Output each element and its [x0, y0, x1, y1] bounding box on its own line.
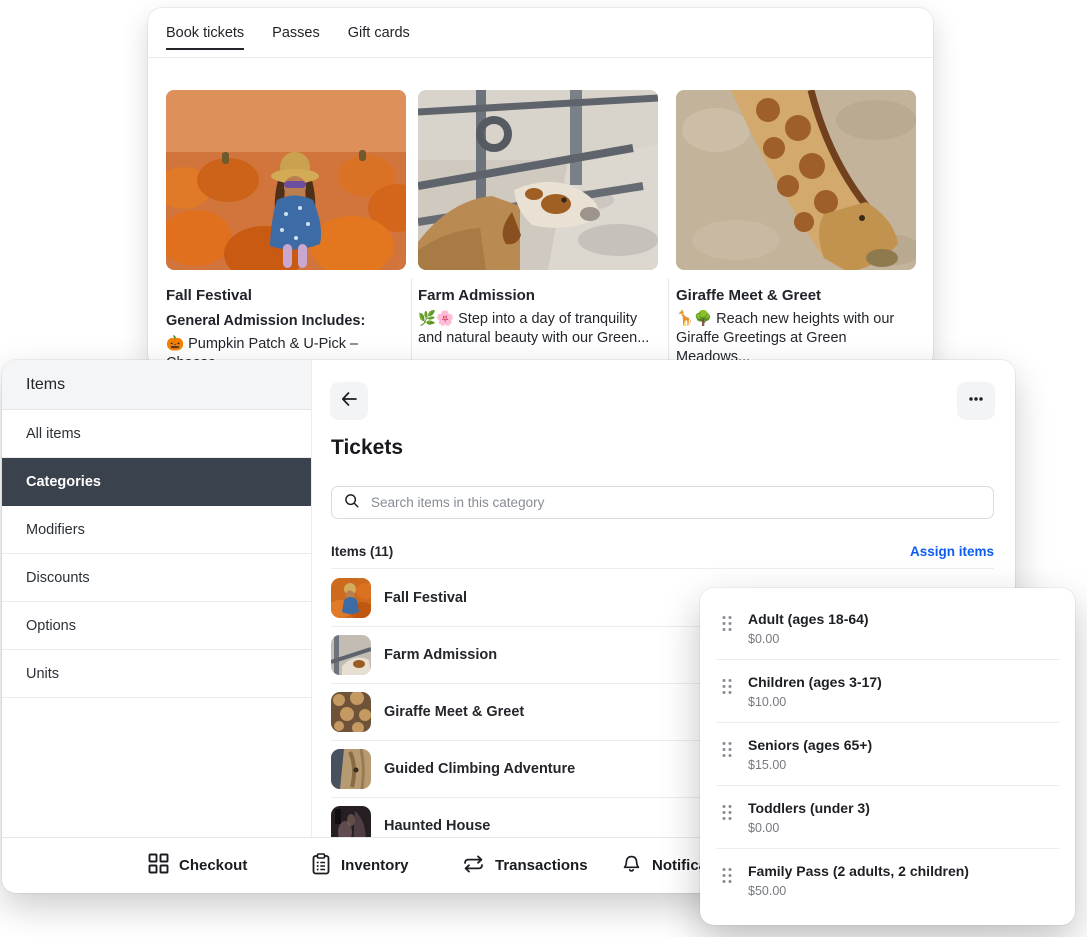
- variations-panel: Adult (ages 18-64) $0.00 Children (ages …: [700, 588, 1075, 925]
- card-giraffe-meet-greet[interactable]: Giraffe Meet & Greet 🦒🌳 Reach new height…: [676, 90, 916, 367]
- search-icon: [343, 492, 360, 514]
- card-farm-admission[interactable]: Farm Admission 🌿🌸 Step into a day of tra…: [418, 90, 658, 348]
- left-arrow-icon: [339, 389, 359, 414]
- variation-name: Seniors (ages 65+): [748, 723, 1075, 753]
- card-title: Farm Admission: [418, 287, 658, 304]
- farm-admission-photo: [418, 90, 658, 270]
- card-title: Giraffe Meet & Greet: [676, 287, 916, 304]
- screen: Book tickets Passes Gift cards: [0, 0, 1087, 937]
- nav-label: Transactions: [495, 857, 588, 874]
- variation-price: $50.00: [748, 884, 1075, 898]
- card-description-bold: General Admission Includes:: [166, 313, 406, 329]
- nav-checkout[interactable]: Checkout: [148, 838, 247, 893]
- sidebar-item-modifiers[interactable]: Modifiers: [2, 506, 311, 554]
- card-description: 🌿🌸 Step into a day of tranquility and na…: [418, 310, 658, 348]
- swap-arrows-icon: [462, 855, 485, 877]
- variation-row-adult[interactable]: Adult (ages 18-64) $0.00: [700, 597, 1075, 660]
- card-fall-festival[interactable]: Fall Festival General Admission Includes…: [166, 90, 406, 373]
- variation-row-family-pass[interactable]: Family Pass (2 adults, 2 children) $50.0…: [700, 849, 1075, 912]
- fall-festival-thumbnail: [331, 578, 371, 618]
- item-name: Guided Climbing Adventure: [384, 761, 575, 777]
- variation-price: $10.00: [748, 695, 1075, 709]
- sidebar-item-categories[interactable]: Categories: [2, 458, 311, 506]
- giraffe-thumbnail: [331, 692, 371, 732]
- bell-icon: [621, 853, 642, 879]
- haunted-house-thumbnail: [331, 806, 371, 839]
- drag-handle-icon[interactable]: [721, 741, 733, 763]
- item-name: Haunted House: [384, 818, 490, 834]
- nav-inventory[interactable]: Inventory: [311, 838, 409, 893]
- grid-icon: [148, 853, 169, 878]
- sidebar-item-discounts[interactable]: Discounts: [2, 554, 311, 602]
- item-name: Giraffe Meet & Greet: [384, 704, 524, 720]
- giraffe-photo: [676, 90, 916, 270]
- sidebar-item-options[interactable]: Options: [2, 602, 311, 650]
- variation-row-toddlers[interactable]: Toddlers (under 3) $0.00: [700, 786, 1075, 849]
- item-name: Farm Admission: [384, 647, 497, 663]
- variation-price: $0.00: [748, 632, 1075, 646]
- page-title: Tickets: [331, 436, 403, 460]
- booking-tabs: Book tickets Passes Gift cards: [148, 8, 933, 58]
- ticket-cards: Fall Festival General Admission Includes…: [166, 90, 916, 368]
- booking-widget-panel: Book tickets Passes Gift cards: [148, 8, 933, 368]
- variation-name: Adult (ages 18-64): [748, 597, 1075, 627]
- back-button[interactable]: [330, 382, 368, 420]
- drag-handle-icon[interactable]: [721, 678, 733, 700]
- card-description: 🦒🌳 Reach new heights with our Giraffe Gr…: [676, 310, 916, 367]
- search-box: [331, 486, 994, 519]
- variation-name: Family Pass (2 adults, 2 children): [748, 849, 1075, 879]
- card-divider: [668, 278, 669, 368]
- sidebar-item-units[interactable]: Units: [2, 650, 311, 698]
- variation-name: Children (ages 3-17): [748, 660, 1075, 690]
- variation-price: $0.00: [748, 821, 1075, 835]
- drag-handle-icon[interactable]: [721, 804, 733, 826]
- card-divider: [411, 278, 412, 368]
- drag-handle-icon[interactable]: [721, 615, 733, 637]
- search-input[interactable]: [369, 494, 982, 511]
- variation-row-seniors[interactable]: Seniors (ages 65+) $15.00: [700, 723, 1075, 786]
- item-name: Fall Festival: [384, 590, 467, 606]
- clipboard-icon: [311, 853, 331, 879]
- items-count: Items (11): [331, 544, 393, 559]
- farm-admission-thumbnail: [331, 635, 371, 675]
- variation-price: $15.00: [748, 758, 1075, 772]
- drag-handle-icon[interactable]: [721, 867, 733, 889]
- variation-row-children[interactable]: Children (ages 3-17) $10.00: [700, 660, 1075, 723]
- variation-name: Toddlers (under 3): [748, 786, 1075, 816]
- tab-book-tickets[interactable]: Book tickets: [166, 8, 244, 57]
- climbing-thumbnail: [331, 749, 371, 789]
- sidebar-item-all-items[interactable]: All items: [2, 410, 311, 458]
- sidebar-title: Items: [2, 360, 311, 410]
- items-header-row: Items (11) Assign items: [331, 544, 994, 559]
- nav-label: Inventory: [341, 857, 409, 874]
- items-sidebar: Items All items Categories Modifiers Dis…: [2, 360, 312, 838]
- nav-transactions[interactable]: Transactions: [462, 838, 588, 893]
- assign-items-link[interactable]: Assign items: [910, 544, 994, 559]
- more-options-button[interactable]: [957, 382, 995, 420]
- tab-gift-cards[interactable]: Gift cards: [348, 8, 410, 57]
- fall-festival-photo: [166, 90, 406, 270]
- card-title: Fall Festival: [166, 287, 406, 304]
- ellipsis-icon: [967, 390, 985, 413]
- tab-passes[interactable]: Passes: [272, 8, 320, 57]
- nav-label: Checkout: [179, 857, 247, 874]
